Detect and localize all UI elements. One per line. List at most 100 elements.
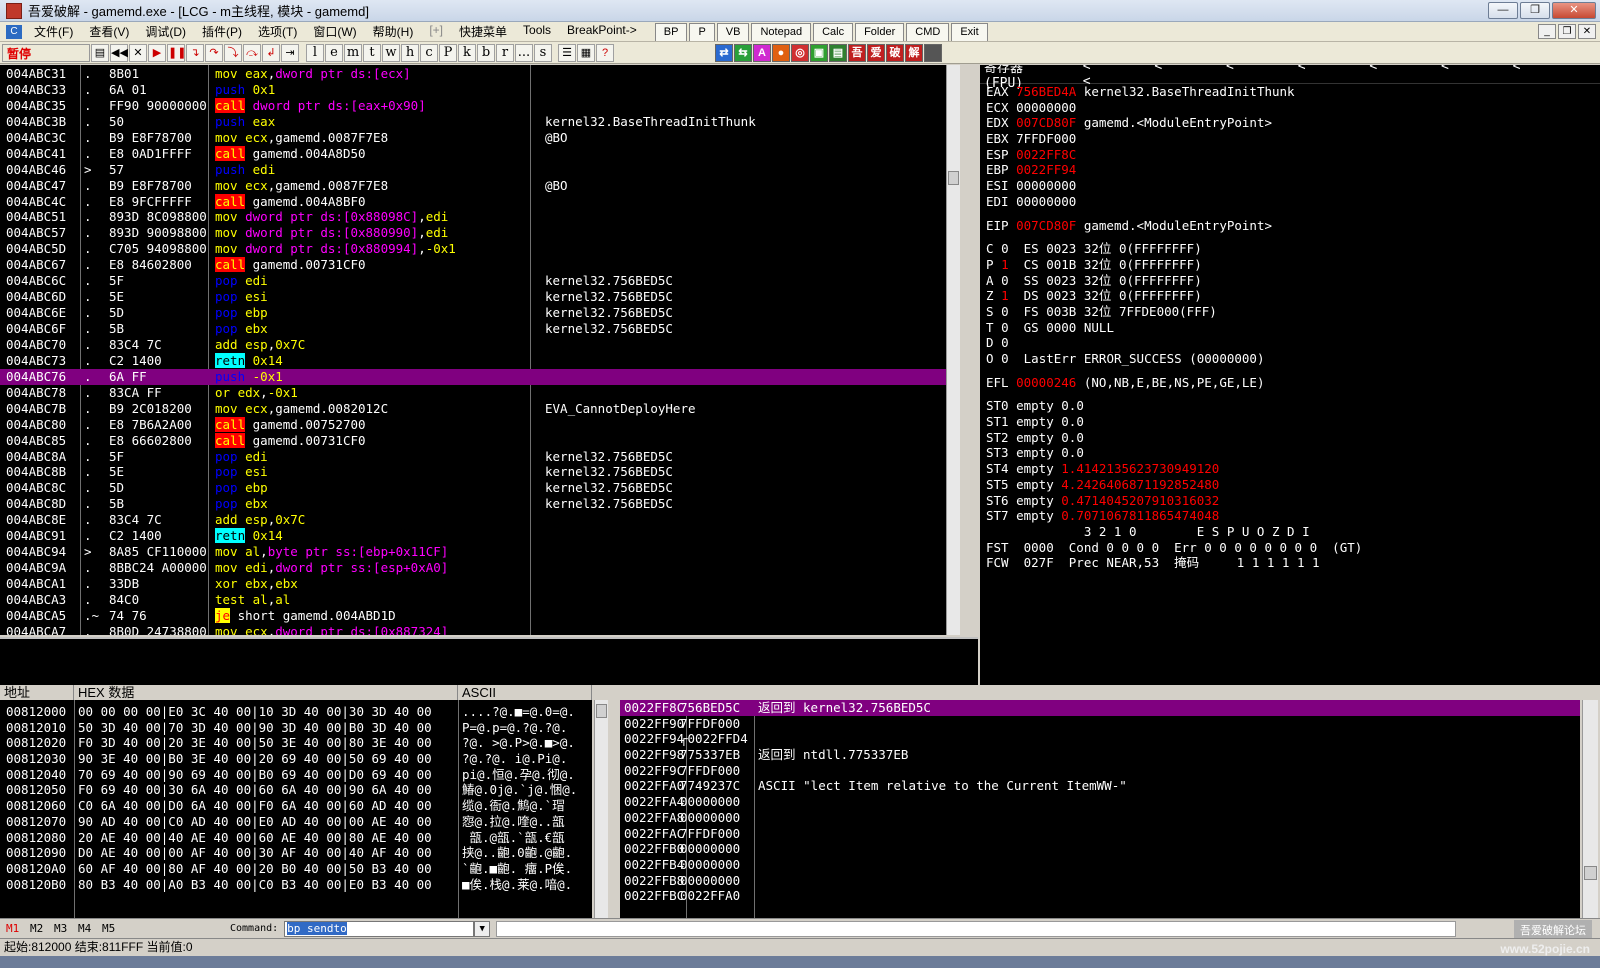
- dump-row[interactable]: 00812040 70 69 40 00|90 69 40 00|B0 69 40…: [0, 767, 592, 783]
- plugin-j-icon[interactable]: 破: [886, 43, 904, 62]
- disasm-row[interactable]: 004ABC94 >8A85 CF110000 mov al,byte ptr ss…: [0, 544, 960, 560]
- stack-row[interactable]: 0022FF8C 756BED5C 返回到 kernel32.756BED5C: [620, 700, 1580, 716]
- fpu-row[interactable]: ST1 empty 0.0: [980, 414, 1600, 430]
- pause-icon[interactable]: ❚❚: [167, 43, 186, 62]
- window-button-t[interactable]: t: [363, 43, 381, 62]
- disassembly-pane[interactable]: 004ABC31. 8B01 mov eax,dword ptr ds:[ecx] 0…: [0, 65, 962, 635]
- plugin-k-icon[interactable]: 解: [905, 43, 923, 62]
- quick-tab-calc[interactable]: Calc: [813, 22, 854, 41]
- menu-item[interactable]: BreakPoint->: [559, 23, 645, 40]
- plugin-b-icon[interactable]: ⇆: [734, 43, 752, 62]
- disasm-row[interactable]: 004ABC7B. B9 2C018200 mov ecx,gamemd.00820…: [0, 401, 960, 417]
- disasm-row[interactable]: 004ABC31. 8B01 mov eax,dword ptr ds:[ecx]: [0, 66, 960, 82]
- dump-scrollbar[interactable]: [594, 700, 608, 918]
- fpu-row[interactable]: ST5 empty 4.2426406871192852480: [980, 477, 1600, 493]
- disasm-row[interactable]: 004ABC85. E8 66602800 call gamemd.00731CF0: [0, 432, 960, 449]
- disasm-row[interactable]: 004ABC91. C2 1400 retn 0x14: [0, 528, 960, 544]
- disasm-row[interactable]: 004ABC9A. 8BBC24 A00000 mov edi,dword ptr …: [0, 560, 960, 576]
- window-button-e[interactable]: e: [325, 43, 343, 62]
- disassembly-scrollbar[interactable]: [946, 65, 960, 635]
- fpu-row[interactable]: ST2 empty 0.0: [980, 430, 1600, 446]
- fpu-row[interactable]: ST4 empty 1.4142135623730949120: [980, 461, 1600, 477]
- disasm-row[interactable]: 004ABCA5 .~ 74 76 je short gamemd.004ABD1D: [0, 607, 960, 624]
- disasm-row[interactable]: 004ABC46 >57 push edi: [0, 162, 960, 178]
- fpu-row[interactable]: ST7 empty 0.7071067811865474048: [980, 508, 1600, 524]
- quick-tab-p[interactable]: P: [689, 22, 715, 41]
- disasm-row[interactable]: 004ABC33. 6A 01 push 0x1: [0, 82, 960, 98]
- close-button[interactable]: ✕: [1552, 2, 1596, 19]
- fpu-row[interactable]: ST3 empty 0.0: [980, 445, 1600, 461]
- menu-item[interactable]: [+]: [421, 23, 451, 40]
- disasm-row[interactable]: 004ABC6C. 5F pop edi kernel32.756BED5C: [0, 273, 960, 289]
- register-row[interactable]: ESP 0022FF8C: [980, 147, 1600, 163]
- dump-row[interactable]: 008120A0 60 AF 40 00|80 AF 40 00|20 B0 40…: [0, 861, 592, 877]
- window-button-r[interactable]: r: [496, 43, 514, 62]
- dump-row[interactable]: 00812080 20 AE 40 00|40 AE 40 00|60 AE 40…: [0, 830, 592, 846]
- window-button-w[interactable]: w: [382, 43, 400, 62]
- dump-row[interactable]: 00812010 50 3D 40 00|70 3D 40 00|90 3D 40…: [0, 720, 592, 736]
- disasm-row[interactable]: 004ABC80. E8 7B6A2A00 call gamemd.00752700: [0, 416, 960, 433]
- rewind-icon[interactable]: ◀◀: [110, 43, 128, 62]
- dump-row[interactable]: 00812030 90 3E 40 00|B0 3E 40 00|20 69 40…: [0, 751, 592, 767]
- register-row[interactable]: EDI 00000000: [980, 194, 1600, 210]
- plugin-e-icon[interactable]: ◎: [791, 43, 809, 62]
- menu-item[interactable]: 插件(P): [194, 23, 250, 40]
- dump-col-ascii[interactable]: ASCII: [458, 685, 592, 701]
- flag-row[interactable]: D 0: [980, 335, 1600, 351]
- disasm-row[interactable]: 004ABC8E. 83C4 7C add esp,0x7C: [0, 512, 960, 528]
- disasm-row[interactable]: 004ABCA1. 33DB xor ebx,ebx: [0, 576, 960, 592]
- dump-col-hex[interactable]: HEX 数据: [74, 685, 458, 701]
- minimize-button[interactable]: —: [1488, 2, 1518, 19]
- window-button-s[interactable]: s: [534, 43, 552, 62]
- dump-row[interactable]: 00812020 F0 3D 40 00|20 3E 40 00|50 3E 40…: [0, 735, 592, 751]
- run-icon[interactable]: ▶: [148, 43, 166, 62]
- flag-row[interactable]: A 0 SS 0023 32位 0(FFFFFFFF): [980, 273, 1600, 289]
- mark-button-m3[interactable]: M3: [54, 922, 72, 935]
- window-button-h[interactable]: h: [401, 43, 419, 62]
- quick-tab-vb[interactable]: VB: [716, 22, 750, 41]
- eip-row[interactable]: EIP 007CD80F gamemd.<ModuleEntryPoint>: [980, 218, 1600, 234]
- stack-row[interactable]: 0022FF90 7FFDF000: [620, 716, 1580, 732]
- disasm-row[interactable]: 004ABC47. B9 E8F78700 mov ecx,gamemd.0087F…: [0, 178, 960, 194]
- register-row[interactable]: ECX 00000000: [980, 100, 1600, 116]
- stack-row[interactable]: 0022FFAC 7FFDF000: [620, 826, 1580, 842]
- fst-row[interactable]: FST 0000 Cond 0 0 0 0 Err 0 0 0 0 0 0 0 …: [980, 540, 1600, 556]
- disasm-row[interactable]: 004ABC73. C2 1400 retn 0x14: [0, 352, 960, 369]
- disasm-row[interactable]: 004ABC6F. 5B pop ebx kernel32.756BED5C: [0, 321, 960, 337]
- quick-tab-folder[interactable]: Folder: [855, 22, 905, 41]
- window-button-l[interactable]: l: [306, 43, 324, 62]
- stack-row[interactable]: 0022FFB8 00000000: [620, 873, 1580, 889]
- window-button-P[interactable]: P: [439, 43, 457, 62]
- disasm-row[interactable]: 004ABC70. 83C4 7C add esp,0x7C: [0, 337, 960, 353]
- menu-item[interactable]: Tools: [515, 23, 559, 40]
- menu-item[interactable]: 帮助(H): [365, 23, 422, 40]
- disasm-row[interactable]: 004ABC41. E8 0AD1FFFF call gamemd.004A8D50: [0, 145, 960, 162]
- stack-row[interactable]: 0022FFB0 00000000: [620, 841, 1580, 857]
- disasm-row[interactable]: 004ABC4C. E8 9FCFFFFF call gamemd.004A8BF0: [0, 193, 960, 210]
- command-input[interactable]: bp sendto: [284, 920, 475, 937]
- disasm-row[interactable]: 004ABC8D. 5B pop ebx kernel32.756BED5C: [0, 496, 960, 512]
- window-button-c[interactable]: c: [420, 43, 438, 62]
- execute-till-return-icon[interactable]: ↲: [262, 43, 280, 62]
- trace-over-icon[interactable]: ⤼: [243, 43, 261, 62]
- dump-row[interactable]: 00812000 00 00 00 00|E0 3C 40 00|10 3D 40…: [0, 704, 592, 720]
- registers-header[interactable]: 寄存器 (FPU) < < < < < < < <: [980, 65, 1600, 91]
- plugin-a-icon[interactable]: ⇄: [715, 43, 733, 62]
- menu-item[interactable]: 查看(V): [81, 23, 137, 40]
- help-icon[interactable]: ?: [596, 43, 614, 62]
- stack-row[interactable]: 0022FFA8 00000000: [620, 810, 1580, 826]
- quick-tab-cmd[interactable]: CMD: [906, 22, 950, 41]
- step-over-icon[interactable]: ↷: [205, 43, 223, 62]
- stack-row[interactable]: 0022FFA4 00000000: [620, 794, 1580, 810]
- stack-row[interactable]: 0022FFB4 00000000: [620, 857, 1580, 873]
- stack-row[interactable]: 0022FF94 ┌0022FFD4: [620, 731, 1580, 747]
- flag-row[interactable]: Z 1 DS 0023 32位 0(FFFFFFFF): [980, 288, 1600, 304]
- flag-row[interactable]: S 0 FS 003B 32位 7FFDE000(FFF): [980, 304, 1600, 320]
- fcw-row[interactable]: FCW 027F Prec NEAR,53 掩码 1 1 1 1 1 1: [980, 555, 1600, 571]
- disasm-row[interactable]: 004ABCA7. 8B0D 24738800 mov ecx,dword ptr …: [0, 624, 960, 635]
- window-button-m[interactable]: m: [344, 43, 362, 62]
- flag-row[interactable]: P 1 CS 001B 32位 0(FFFFFFFF): [980, 257, 1600, 273]
- dump-col-address[interactable]: 地址: [0, 685, 74, 701]
- menu-item[interactable]: 文件(F): [26, 23, 81, 40]
- menu-item[interactable]: 快捷菜单: [451, 23, 515, 40]
